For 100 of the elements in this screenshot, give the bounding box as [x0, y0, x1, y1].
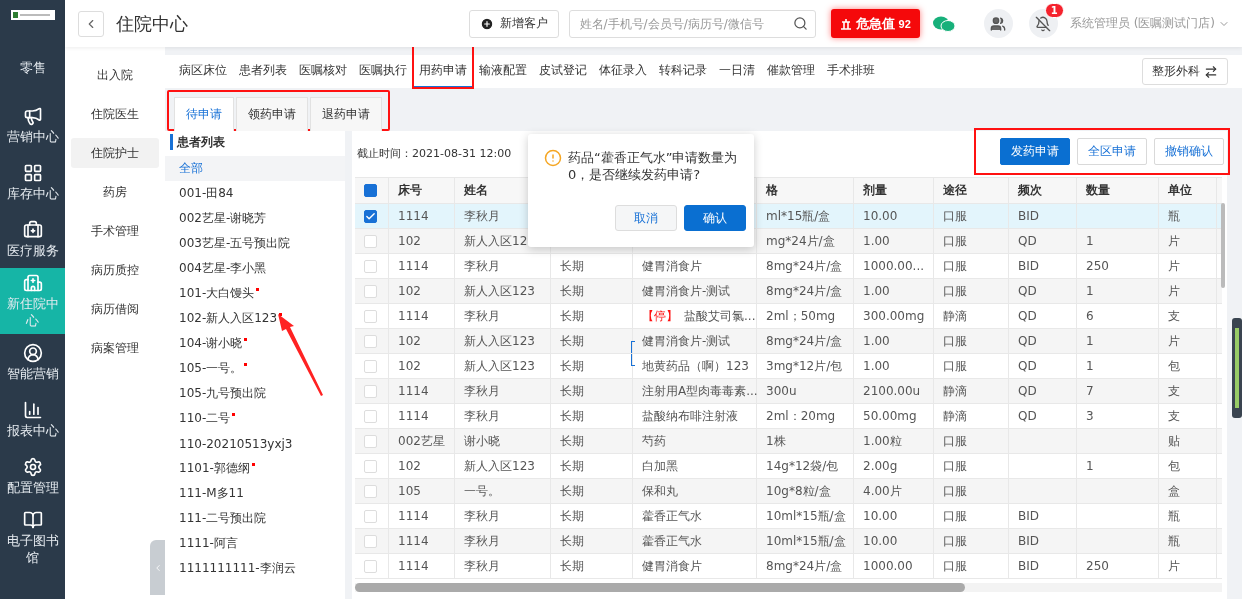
patient-item[interactable]: 104-谢小晓	[165, 331, 345, 356]
page-title: 住院中心	[116, 11, 189, 36]
table-cell: 8mg*24片/盒	[766, 257, 843, 275]
patient-item[interactable]: 101-大白馒头	[165, 281, 345, 306]
subnav-item[interactable]: 手术管理	[71, 216, 159, 246]
critical-value-button[interactable]: 危急值 92	[830, 9, 920, 38]
column-header: 姓名	[464, 182, 488, 199]
table-cell: 1.00	[863, 234, 890, 248]
column-header: 格	[766, 182, 778, 199]
table-cell: 瓶	[1168, 207, 1180, 225]
patient-item[interactable]: 110-二号	[165, 406, 345, 431]
dialog-button[interactable]: 取消	[615, 205, 677, 231]
patient-item[interactable]: 003艺星-五号预出院	[165, 231, 345, 256]
tab[interactable]: 一日清	[713, 55, 761, 88]
patient-item[interactable]: 全部	[165, 156, 345, 181]
table-cell: 李秋月	[464, 307, 500, 325]
table-cell: 新人入区12	[464, 232, 528, 250]
subnav-item[interactable]: 住院医生	[71, 99, 159, 129]
table-cell: 健胃消食片	[642, 557, 702, 575]
subtab[interactable]: 退药申请	[310, 97, 382, 131]
tab[interactable]: 用药申请	[413, 45, 473, 88]
table-cell: 健胃消食片-测试	[642, 332, 731, 350]
column-header: 床号	[398, 182, 422, 199]
subnav-item[interactable]: 住院护士	[71, 138, 159, 168]
sidebar-item[interactable]: 电子图书馆	[0, 505, 65, 571]
tab[interactable]: 患者列表	[233, 55, 293, 88]
tab[interactable]: 催款管理	[761, 55, 821, 88]
column-header: 单位	[1168, 182, 1192, 199]
subnav-item[interactable]: 病历借阅	[71, 294, 159, 324]
new-customer-button[interactable]: 新增客户	[468, 9, 559, 38]
table-cell: 8mg*24片/盒	[766, 332, 843, 350]
patient-item[interactable]: 105-九号预出院	[165, 381, 345, 406]
sidebar-item[interactable]: 智能营销	[0, 334, 65, 391]
patient-item[interactable]: 1111-阿言	[165, 531, 345, 556]
table-cell: 瓶	[1168, 507, 1180, 525]
sidebar-item[interactable]: 零售	[0, 40, 65, 97]
table-cell: 1114	[398, 309, 429, 323]
action-button[interactable]: 发药申请	[1000, 138, 1070, 165]
patient-item[interactable]: 105-一号。	[165, 356, 345, 381]
search-field[interactable]: 姓名/手机号/会员号/病历号/微信号	[568, 9, 816, 38]
tab[interactable]: 皮试登记	[533, 55, 593, 88]
table-cell: 瓶	[1168, 532, 1180, 550]
table-cell: 健胃消食片	[642, 257, 702, 275]
sidebar-item[interactable]: 医疗服务	[0, 211, 65, 268]
cutoff-time: 截止时间：2021-08-31 12:00	[356, 145, 512, 161]
column-header: 数量	[1086, 182, 1110, 199]
table-cell: 口服	[943, 357, 967, 375]
sidebar-item[interactable]: 配置管理	[0, 448, 65, 505]
department-button[interactable]: 整形外科	[1142, 58, 1228, 85]
sidebar-item[interactable]: 报表中心	[0, 391, 65, 448]
patient-item[interactable]: 1101-郭德纲	[165, 456, 345, 481]
table-cell: 静滴	[943, 382, 967, 400]
tab[interactable]: 输液配置	[473, 55, 533, 88]
table-cell: 李秋月	[464, 507, 500, 525]
tab[interactable]: 体征录入	[593, 55, 653, 88]
subnav-item[interactable]: 出入院	[71, 60, 159, 90]
subnav-item[interactable]: 病历质控	[71, 255, 159, 285]
tab[interactable]: 医嘱执行	[353, 55, 413, 88]
table-cell: 新人入区123	[464, 357, 535, 375]
table-cell: 长期	[560, 407, 584, 425]
subnav-item[interactable]: 药房	[71, 177, 159, 207]
subnav-item[interactable]: 病案管理	[71, 333, 159, 363]
table-cell: 包	[1168, 357, 1180, 375]
table-cell: 片	[1168, 232, 1180, 250]
table-cell: 李秋月	[464, 532, 500, 550]
table-cell: 1	[1086, 284, 1094, 298]
dialog-button[interactable]: 确认	[684, 205, 746, 231]
table-cell: 白加黑	[642, 457, 678, 475]
table-cell: 片	[1168, 282, 1180, 300]
table-cell: 片	[1168, 332, 1180, 350]
subtab[interactable]: 领药申请	[236, 97, 308, 131]
table-cell: QD	[1018, 309, 1037, 323]
action-button[interactable]: 撤销确认	[1154, 138, 1224, 165]
patient-item[interactable]: 111-二号预出院	[165, 506, 345, 531]
table-cell: 包	[1168, 457, 1180, 475]
tab[interactable]: 手术排班	[821, 55, 881, 88]
action-button[interactable]: 全区申请	[1077, 138, 1147, 165]
subtab[interactable]: 待申请	[174, 97, 234, 131]
tab[interactable]: 转科记录	[653, 55, 713, 88]
sidebar-item[interactable]: 营销中心	[0, 97, 65, 154]
tab[interactable]: 医嘱核对	[293, 55, 353, 88]
dialog-message: 药品“藿香正气水”申请数量为0，是否继续发药申请?	[568, 149, 739, 183]
patient-item[interactable]: 001-田84	[165, 181, 345, 206]
table-cell: 4.00片	[863, 482, 902, 500]
table-cell: 105	[398, 484, 421, 498]
patient-item[interactable]: 004艺星-李小黑	[165, 256, 345, 281]
patient-item[interactable]: 1111111111-李润云	[165, 556, 345, 581]
table-cell: 1114	[398, 559, 429, 573]
patient-item[interactable]: 110-20210513yxj3	[165, 431, 345, 456]
sidebar-item[interactable]: 库存中心	[0, 154, 65, 211]
column-header: 途径	[943, 182, 967, 199]
patient-item[interactable]: 111-M多11	[165, 481, 345, 506]
tab[interactable]: 病区床位	[173, 55, 233, 88]
table-cell: 102	[398, 284, 421, 298]
table-cell: 1114	[398, 409, 429, 423]
table-cell: 10.00	[863, 209, 898, 223]
table-cell: 李秋月	[464, 257, 500, 275]
table-cell: 口服	[943, 257, 967, 275]
table-cell: 盒	[1168, 482, 1180, 500]
patient-item[interactable]: 002艺星-谢晓芳	[165, 206, 345, 231]
